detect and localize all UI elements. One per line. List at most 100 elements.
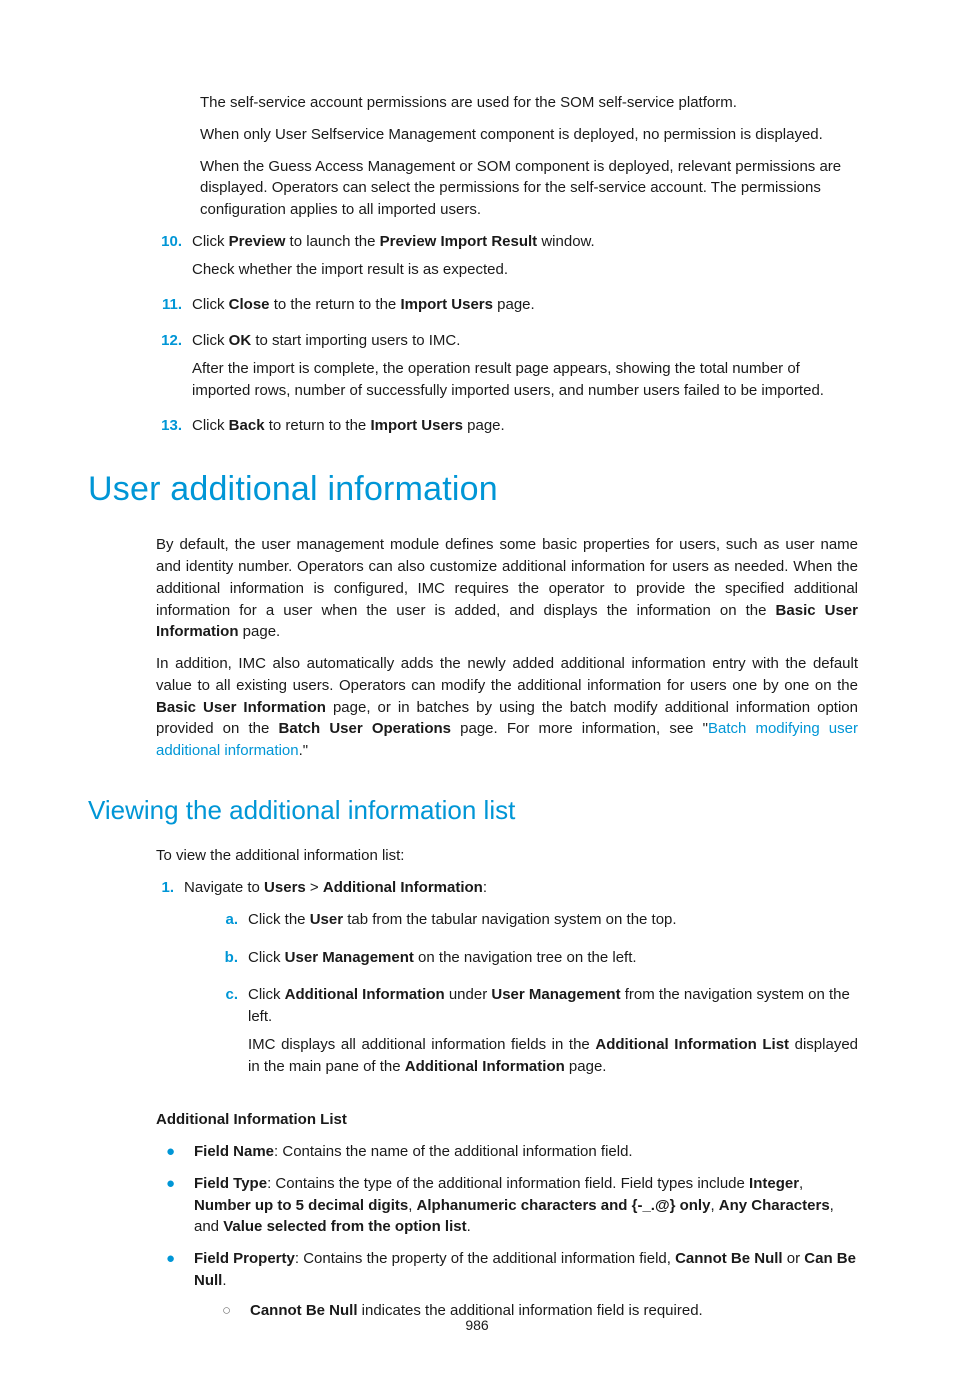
bold-text: Additional Information [405,1058,565,1075]
bold-text: Field Property [194,1250,295,1267]
paragraph: When the Guess Access Management or SOM … [200,156,858,221]
text: under [445,986,492,1003]
text: Click the [248,911,310,928]
bold-text: Cannot Be Null [675,1250,783,1267]
text: page. [565,1058,607,1075]
list-body: Click OK to start importing users to IMC… [192,330,858,407]
list-item: 10. Click Preview to launch the Preview … [156,231,858,287]
text: Click [192,332,229,349]
text: . [222,1272,226,1289]
text: window. [537,233,595,250]
bold-text: Integer [749,1175,799,1192]
bold-text: Field Type [194,1175,267,1192]
paragraph: Click User Management on the navigation … [248,947,858,969]
heading-1: User additional information [88,465,858,514]
bold-text: Additional Information [285,986,445,1003]
list-body: Click Close to the return to the Import … [192,294,858,322]
text: page. For more information, see " [451,720,708,737]
bold-text: Preview Import Result [380,233,538,250]
document-page: The self-service account permissions are… [0,0,954,1381]
text: page. [463,417,505,434]
text: to return to the [265,417,371,434]
bold-text: User Management [491,986,620,1003]
text: In addition, IMC also automatically adds… [156,655,858,694]
paragraph: After the import is complete, the operat… [192,358,858,402]
text: on the navigation tree on the left. [414,949,637,966]
text: : Contains the property of the additiona… [295,1250,675,1267]
bold-text: Basic User Information [156,699,326,716]
text: page. [239,623,281,640]
paragraph: The self-service account permissions are… [200,92,858,114]
paragraph: By default, the user management module d… [156,534,858,643]
list-item: c. Click Additional Information under Us… [220,984,858,1083]
text: Navigate to [184,879,264,896]
list-marker: 1. [156,877,184,899]
text: : [483,879,487,896]
list-marker: a. [220,909,248,931]
paragraph: When only User Selfservice Management co… [200,124,858,146]
list-item: a. Click the User tab from the tabular n… [220,909,858,937]
bold-text: Back [229,417,265,434]
bold-text: Batch User Operations [279,720,452,737]
text: > [306,879,323,896]
list-body: Navigate to Users > Additional Informati… [184,877,858,1093]
list-marker: b. [220,947,248,969]
page-number: 986 [0,1315,954,1335]
text: Click [192,296,229,313]
paragraph: Click the User tab from the tabular navi… [248,909,858,931]
text: Click [192,417,229,434]
bold-text: Preview [229,233,286,250]
bold-text: Import Users [370,417,463,434]
sub-ordered-list: a. Click the User tab from the tabular n… [184,909,858,1084]
text: . [467,1218,471,1235]
bold-text: User Management [285,949,414,966]
list-item: b. Click User Management on the navigati… [220,947,858,975]
bullet-list: ● Field Name: Contains the name of the a… [88,1141,858,1331]
text: to launch the [285,233,379,250]
text: page. [493,296,535,313]
text: IMC displays all additional information … [248,1036,595,1053]
list-body: Click Back to return to the Import Users… [192,415,858,443]
paragraph: Click OK to start importing users to IMC… [192,330,858,352]
list-body: Field Name: Contains the name of the add… [194,1141,858,1163]
text: or [783,1250,805,1267]
bold-text: Alphanumeric characters and {-_.@} only [417,1197,711,1214]
bold-text: Number up to 5 decimal digits [194,1197,408,1214]
text: to start importing users to IMC. [251,332,460,349]
paragraph: Click Additional Information under User … [248,984,858,1028]
bullet-icon: ● [166,1248,194,1270]
paragraph: In addition, IMC also automatically adds… [156,653,858,762]
text: Click [248,949,285,966]
bullet-icon: ● [166,1173,194,1195]
list-item: 1. Navigate to Users > Additional Inform… [156,877,858,1093]
paragraph: To view the additional information list: [156,845,858,867]
paragraph: Navigate to Users > Additional Informati… [184,877,858,899]
list-marker: 12. [156,330,192,352]
bullet-icon: ● [166,1141,194,1163]
list-item: 12. Click OK to start importing users to… [156,330,858,407]
text: to the return to the [270,296,401,313]
text: : Contains the type of the additional in… [267,1175,749,1192]
bold-text: Value selected from the option list [223,1218,466,1235]
paragraph: Click Back to return to the Import Users… [192,415,858,437]
text: ." [299,742,309,759]
bold-text: User [310,911,343,928]
text: Click [248,986,285,1003]
text: tab from the tabular navigation system o… [343,911,677,928]
sub-heading: Additional Information List [156,1109,858,1131]
text: , [710,1197,718,1214]
bold-text: Additional Information List [595,1036,789,1053]
bold-text: Import Users [400,296,493,313]
paragraph: IMC displays all additional information … [248,1034,858,1078]
ordered-list: 10. Click Preview to launch the Preview … [88,231,858,443]
list-body: Click User Management on the navigation … [248,947,858,975]
list-body: Click Preview to launch the Preview Impo… [192,231,858,287]
list-marker: 13. [156,415,192,437]
list-body: Field Type: Contains the type of the add… [194,1173,858,1238]
text: By default, the user management module d… [156,536,858,618]
list-item: ● Field Name: Contains the name of the a… [166,1141,858,1163]
text: : Contains the name of the additional in… [274,1143,633,1160]
list-marker: 10. [156,231,192,253]
heading-2: Viewing the additional information list [88,792,858,830]
paragraph: Check whether the import result is as ex… [192,259,858,281]
